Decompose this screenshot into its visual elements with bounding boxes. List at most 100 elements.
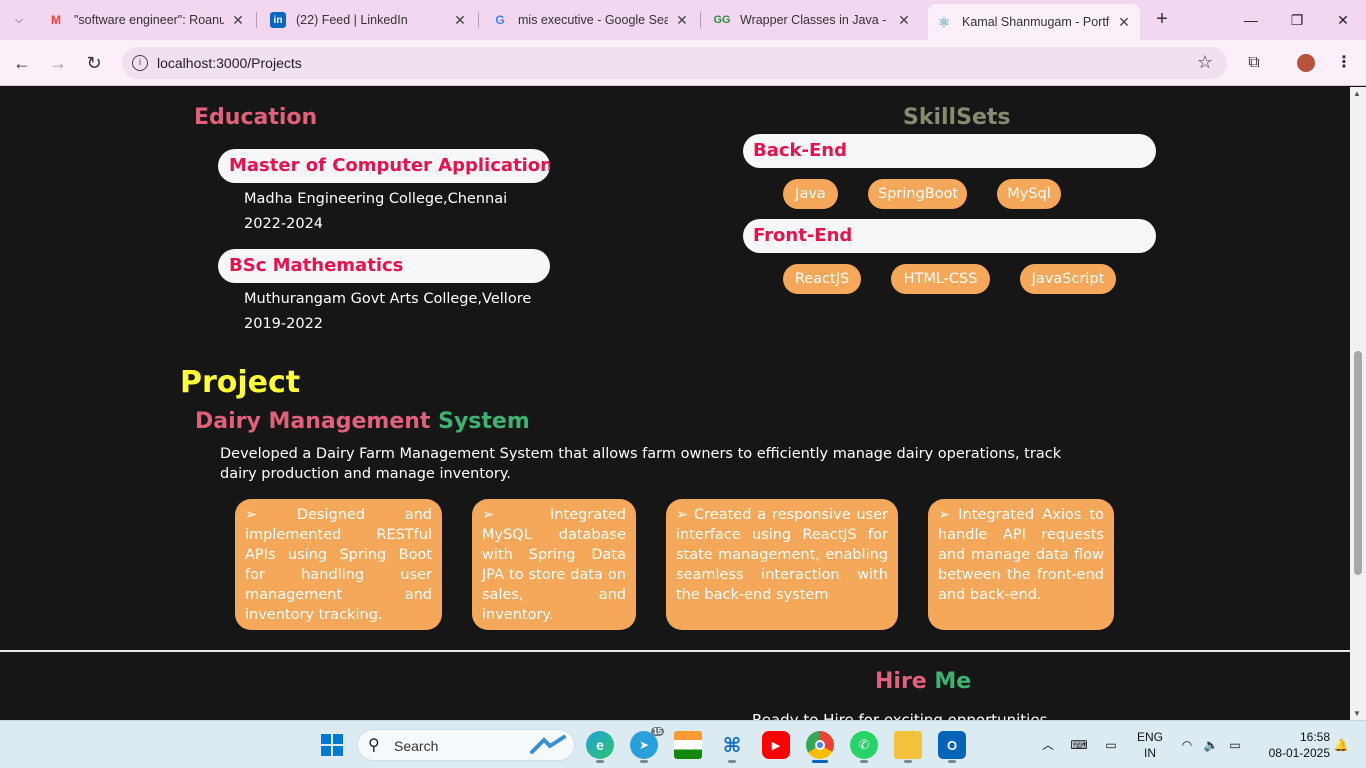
project-feature-card: ➢ Created a responsive user interface us… [666,499,898,630]
running-indicator [728,760,736,763]
browser-toolbar: ← → ↻ i localhost:3000/Projects ☆ ⧉ ⋮ [0,40,1366,86]
running-indicator [640,760,648,763]
tab-separator [256,12,257,28]
start-button[interactable] [318,731,346,759]
keyboard-icon[interactable]: ⌨ [1066,721,1092,768]
hire-me-heading: Hire Me [875,669,971,694]
site-info-icon[interactable]: i [132,55,148,71]
youtube-icon[interactable]: ▶ [762,731,790,759]
browser-tab-strip: ⌵ M "software engineer": Roanuz ✕ in (22… [0,0,1366,40]
skill-chip: ReactJS [783,264,861,294]
scrollbar-thumb[interactable] [1354,351,1362,575]
address-bar[interactable]: i localhost:3000/Projects ☆ [122,47,1227,79]
degree-title: BSc Mathematics [218,249,550,283]
forward-button[interactable]: → [44,49,72,77]
tab-title: mis executive - Google Sear [518,13,668,27]
close-icon[interactable]: ✕ [1116,14,1132,31]
tab-geeksforgeeks[interactable]: GG Wrapper Classes in Java - Ge ✕ [706,6,920,34]
menu-button[interactable]: ⋮ [1330,49,1358,77]
tab-gmail[interactable]: M "software engineer": Roanuz ✕ [40,6,254,34]
chevron-down-icon: ⌵ [14,13,24,26]
kebab-menu-icon: ⋮ [1336,54,1352,71]
close-icon[interactable]: ✕ [230,12,246,29]
profile-avatar[interactable] [1292,49,1320,77]
minimize-button[interactable]: — [1228,0,1274,40]
running-indicator-active [812,760,828,763]
tab-title: Kamal Shanmugam - Portfol [962,15,1110,29]
close-icon[interactable]: ✕ [452,12,468,29]
language-code: ENG [1136,730,1163,744]
reload-icon: ↻ [86,53,102,73]
project-feature-card: ➢ Designed and implemented RESTful APIs … [235,499,442,630]
hire-heading-part2: Me [934,669,972,694]
reload-button[interactable]: ↻ [80,49,108,77]
close-icon[interactable]: ✕ [896,12,912,29]
college-name: Muthurangam Govt Arts College,Vellore [244,291,532,307]
project-feature-card: ➢ Integrated Axios to handle API request… [928,499,1114,630]
react-icon: ⚛ [937,13,951,30]
clock[interactable]: 16:58 08-01-2025 [1254,721,1330,768]
whatsapp-icon[interactable]: ✆ [850,731,878,759]
outlook-icon[interactable]: O [938,731,966,759]
india-flag-app-icon[interactable] [674,731,702,759]
arrow-left-icon: ← [13,53,31,73]
windows-taskbar: ⚲ Search e ➤ 15 ⌘ ▶ ✆ O ︿ ⌨ ▭ ENG IN ◠ 🔈 … [0,720,1366,768]
college-name: Madha Engineering College,Chennai [244,191,508,207]
skill-chip: Java [783,179,838,209]
chrome-icon[interactable] [806,731,834,759]
new-tab-button[interactable]: + [1150,8,1174,32]
file-explorer-icon[interactable] [894,731,922,759]
skill-chip: JavaScript [1020,264,1116,294]
region-code: IN [1144,746,1156,760]
url-text[interactable]: localhost:3000/Projects [157,55,302,71]
show-hidden-icons-button[interactable]: ︿ [1036,721,1060,768]
linkedin-icon: in [270,12,286,28]
project-title: Dairy Management System [195,409,530,434]
puzzle-icon: ⧉ [1248,54,1260,71]
study-years: 2019-2022 [244,316,324,332]
chrome-center [815,740,825,750]
tab-portfolio[interactable]: ⚛ Kamal Shanmugam - Portfol ✕ [928,4,1140,40]
project-title-part1: Dairy Management [195,409,431,434]
skill-group-title: Back-End [743,134,1156,168]
chevron-up-icon: ︿ [1041,738,1054,752]
hire-heading-part1: Hire [875,669,927,694]
scroll-up-arrow-icon[interactable]: ▲ [1353,89,1361,98]
taskbar-search[interactable]: ⚲ Search [357,729,575,761]
page-viewport: Education Master of Computer Application… [0,87,1350,720]
search-highlight-icon [530,735,566,754]
tablet-icon[interactable]: ▭ [1098,721,1124,768]
vscode-icon[interactable]: ⌘ [718,731,746,759]
edge-icon[interactable]: e [586,731,614,759]
page-scrollbar[interactable]: ▲ ▼ [1350,87,1366,720]
battery-icon[interactable]: ▭ [1224,721,1246,768]
telegram-icon[interactable]: ➤ 15 [630,727,664,759]
study-years: 2022-2024 [244,216,324,232]
restore-button[interactable]: ❐ [1274,0,1320,40]
clock-date: 08-01-2025 [1268,746,1330,760]
project-description: Developed a Dairy Farm Management System… [220,446,1062,482]
tab-search-button[interactable]: ⌵ [6,8,32,32]
tab-title: Wrapper Classes in Java - Ge [740,13,890,27]
notification-bell-icon[interactable]: 🔔 [1330,721,1352,768]
wifi-icon[interactable]: ◠ [1176,721,1198,768]
close-icon[interactable]: ✕ [674,12,690,29]
tab-linkedin[interactable]: in (22) Feed | LinkedIn ✕ [262,6,476,34]
skill-chip: SpringBoot [868,179,967,209]
skill-group-title: Front-End [743,219,1156,253]
scroll-down-arrow-icon[interactable]: ▼ [1353,709,1361,718]
extensions-button[interactable]: ⧉ [1240,49,1268,77]
close-window-button[interactable]: ✕ [1320,0,1366,40]
volume-icon[interactable]: 🔈 [1200,721,1222,768]
avatar [1297,53,1315,72]
arrow-right-icon: → [49,53,67,73]
language-indicator[interactable]: ENG IN [1132,721,1168,768]
notification-badge: 15 [651,727,664,736]
skillsets-heading: SkillSets [903,105,1011,130]
bookmark-star-icon[interactable]: ☆ [1197,52,1213,73]
tab-google-search[interactable]: G mis executive - Google Sear ✕ [484,6,698,34]
section-divider [0,650,1350,652]
windows-logo-icon [321,734,343,756]
back-button[interactable]: ← [8,49,36,77]
project-title-part2: System [438,409,530,434]
